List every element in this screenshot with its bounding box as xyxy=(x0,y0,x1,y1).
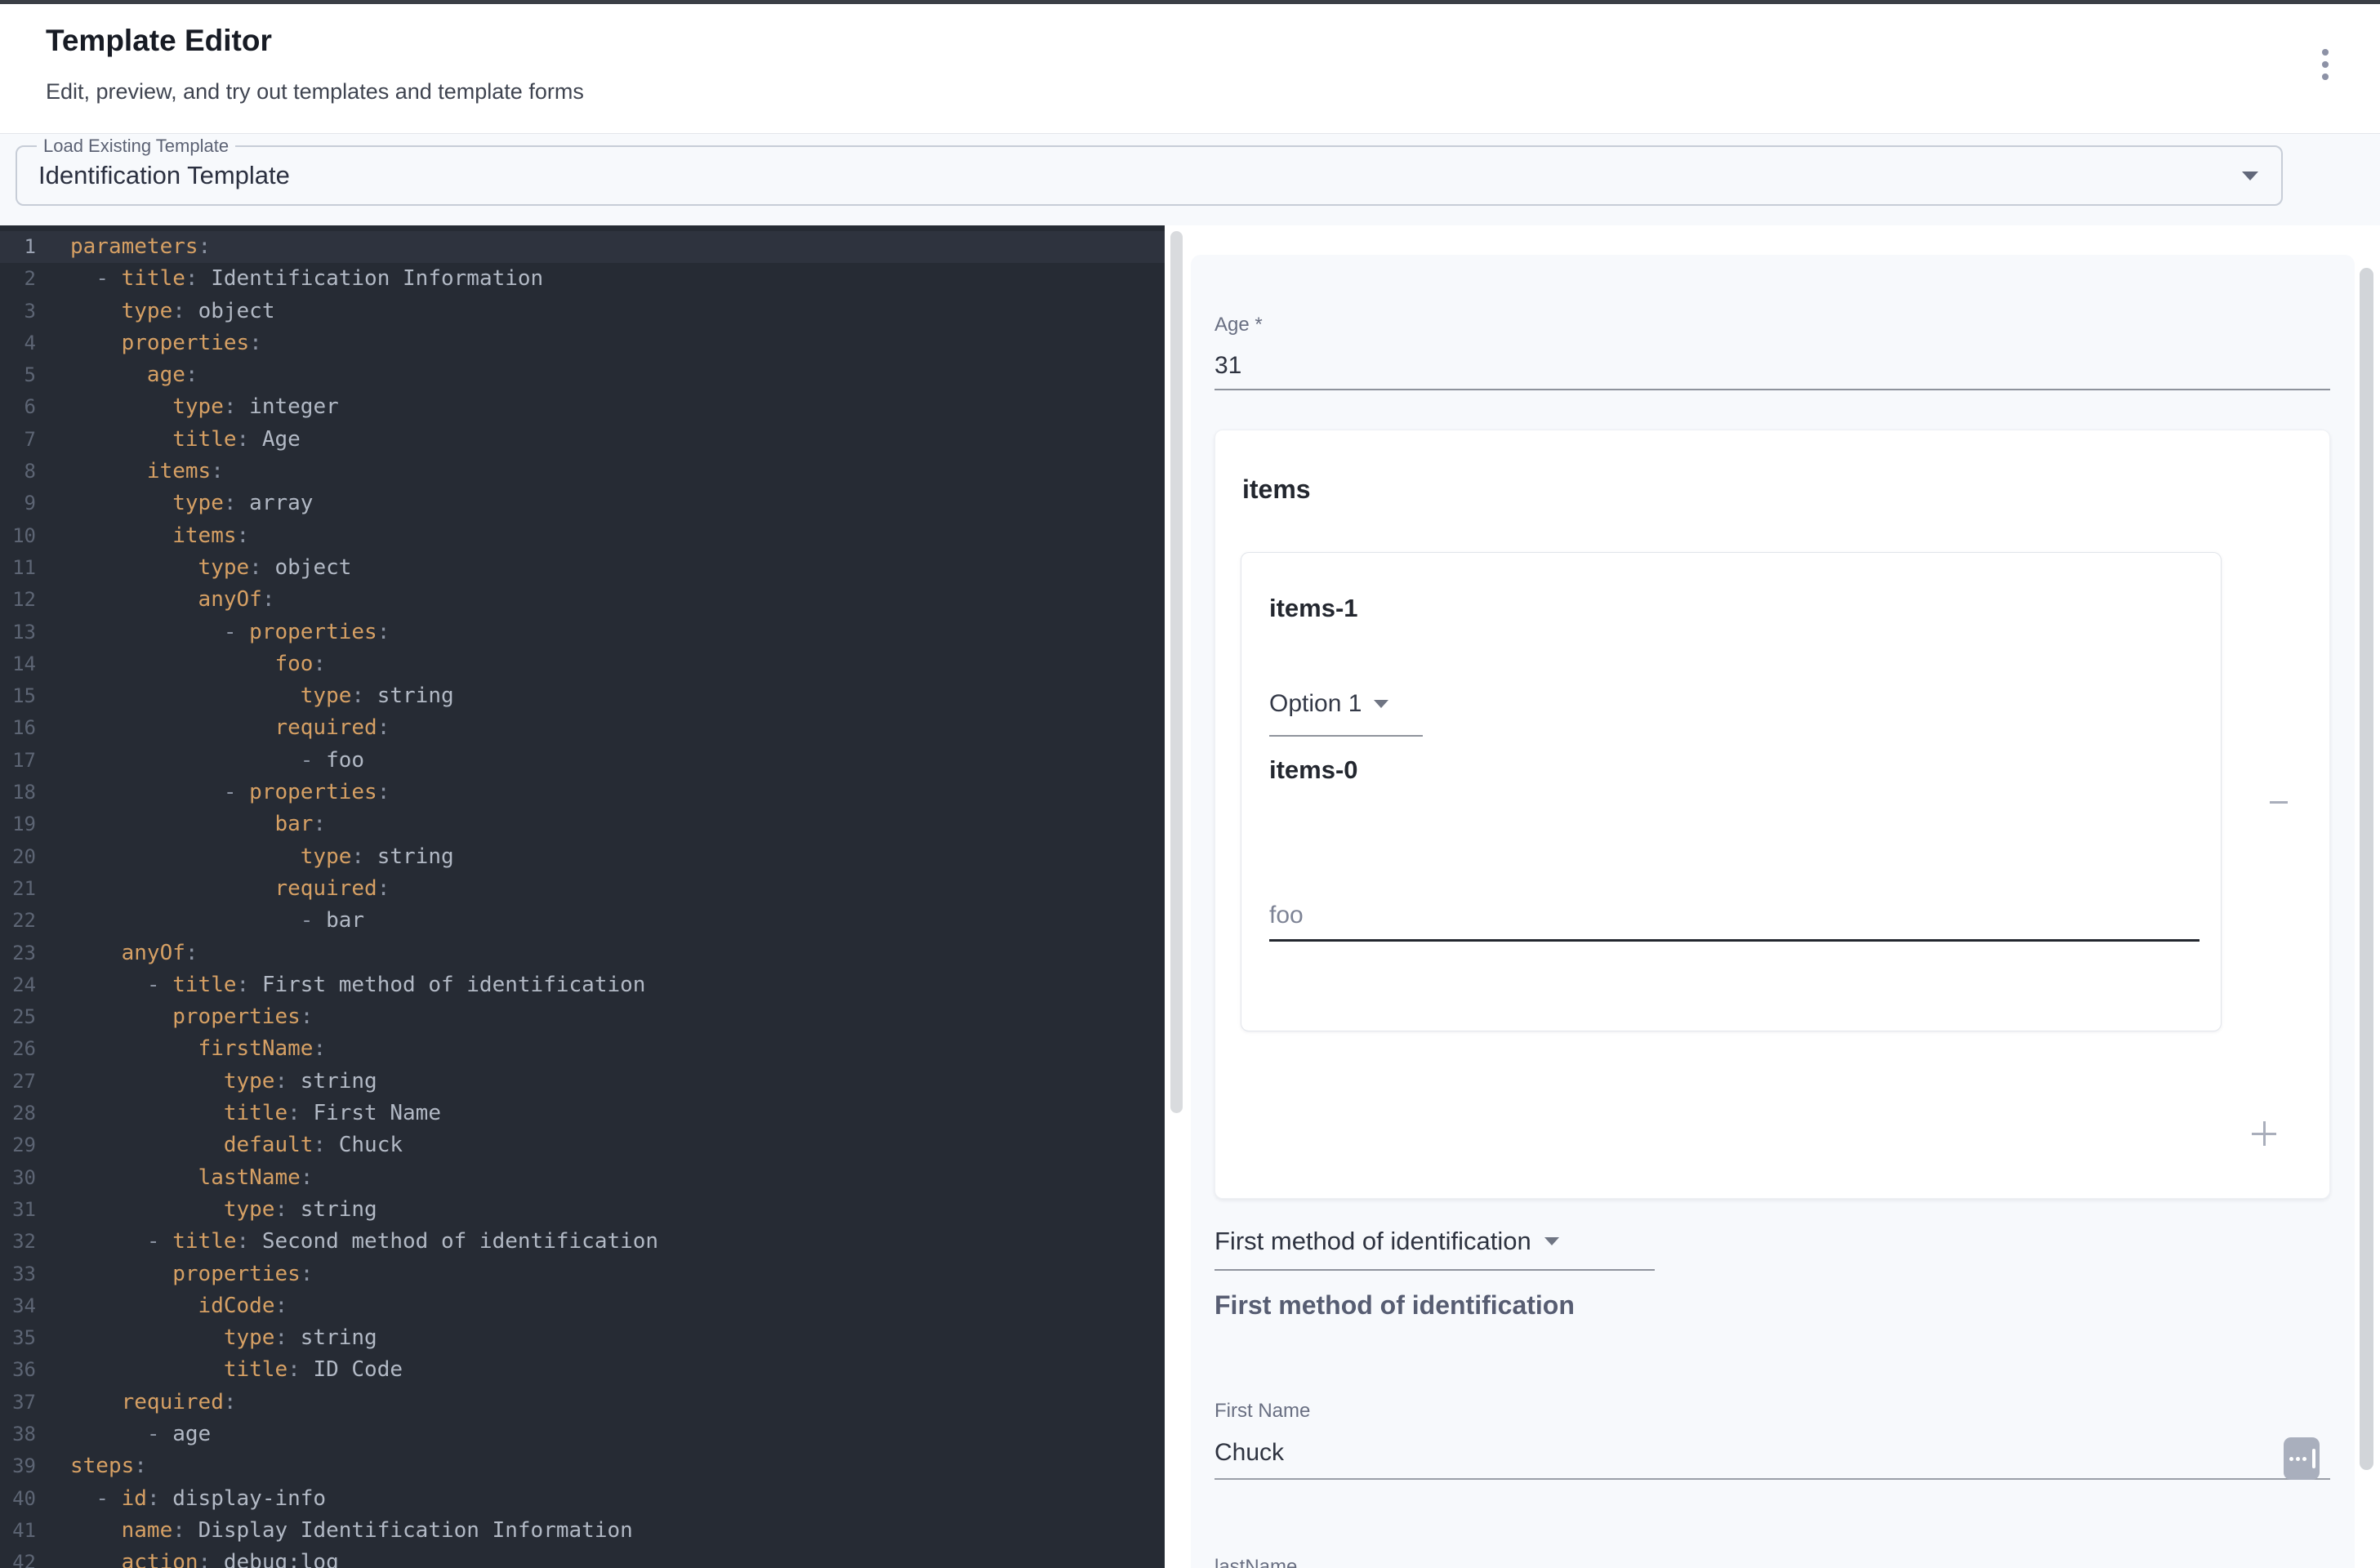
code-line[interactable]: 40 - id: display-info xyxy=(0,1483,1165,1515)
code-line[interactable]: 29 default: Chuck xyxy=(0,1129,1165,1161)
code-line[interactable]: 14 foo: xyxy=(0,648,1165,680)
code-line[interactable]: 21 required: xyxy=(0,873,1165,905)
page-subtitle: Edit, preview, and try out templates and… xyxy=(46,79,584,105)
code-line[interactable]: 9 type: array xyxy=(0,488,1165,519)
template-editor-page: Template Editor Edit, preview, and try o… xyxy=(0,0,2380,1568)
code-line[interactable]: 7 title: Age xyxy=(0,424,1165,456)
autofill-icon[interactable] xyxy=(2284,1437,2320,1480)
array-item-subtitle: items-0 xyxy=(1269,755,1358,785)
code-line[interactable]: 20 type: string xyxy=(0,841,1165,873)
code-line[interactable]: 34 idCode: xyxy=(0,1290,1165,1322)
page-header: Template Editor Edit, preview, and try o… xyxy=(0,4,2380,133)
load-template-value: Identification Template xyxy=(38,161,290,190)
template-loader-section: Load Existing Template Identification Te… xyxy=(0,134,2380,225)
load-template-label: Load Existing Template xyxy=(37,136,235,157)
code-line[interactable]: 11 type: object xyxy=(0,552,1165,584)
code-line[interactable]: 15 type: string xyxy=(0,680,1165,712)
code-line[interactable]: 37 required: xyxy=(0,1387,1165,1419)
array-item-title: items-1 xyxy=(1269,594,1358,623)
code-line[interactable]: 38 - age xyxy=(0,1419,1165,1450)
age-input[interactable] xyxy=(1215,343,2330,390)
code-line[interactable]: 5 age: xyxy=(0,359,1165,391)
code-line[interactable]: 6 type: integer xyxy=(0,391,1165,423)
kebab-menu-icon xyxy=(2322,49,2329,56)
page-scrollbar-thumb[interactable] xyxy=(2360,268,2373,1470)
identification-method-heading: First method of identification xyxy=(1215,1290,1575,1321)
code-line[interactable]: 12 anyOf: xyxy=(0,584,1165,616)
code-line[interactable]: 26 firstName: xyxy=(0,1033,1165,1065)
yaml-code-editor[interactable]: 1parameters:2 - title: Identification In… xyxy=(0,225,1165,1568)
minus-icon xyxy=(2270,801,2288,804)
code-line[interactable]: 23 anyOf: xyxy=(0,938,1165,969)
code-line[interactable]: 18 - properties: xyxy=(0,777,1165,808)
items-array-card: items items-1 Option 1 items-0 xyxy=(1215,430,2330,1199)
chevron-down-icon xyxy=(1544,1237,1559,1245)
code-line[interactable]: 3 type: object xyxy=(0,296,1165,327)
kebab-menu-button[interactable] xyxy=(2305,46,2344,85)
add-item-button[interactable] xyxy=(2241,1111,2287,1156)
anyof-option-underline xyxy=(1269,735,1423,737)
anyof-option-select[interactable]: Option 1 xyxy=(1269,688,1388,720)
code-line[interactable]: 42 action: debug:log xyxy=(0,1547,1165,1568)
code-line[interactable]: 32 - title: Second method of identificat… xyxy=(0,1226,1165,1258)
identification-method-value: First method of identification xyxy=(1215,1227,1531,1256)
code-line[interactable]: 25 properties: xyxy=(0,1001,1165,1033)
chevron-down-icon xyxy=(1374,700,1388,708)
code-line[interactable]: 2 - title: Identification Information xyxy=(0,263,1165,295)
load-template-select[interactable]: Load Existing Template Identification Te… xyxy=(16,145,2283,206)
first-name-input[interactable] xyxy=(1215,1428,2330,1480)
first-name-label: First Name xyxy=(1215,1400,1310,1423)
identification-method-underline xyxy=(1215,1269,1655,1271)
items-card-title: items xyxy=(1242,474,1311,505)
code-line[interactable]: 1parameters: xyxy=(0,231,1165,263)
editor-scrollbar[interactable] xyxy=(1165,225,1191,1568)
editor-scrollbar-thumb[interactable] xyxy=(1170,231,1183,1113)
code-line[interactable]: 24 - title: First method of identificati… xyxy=(0,969,1165,1001)
code-line[interactable]: 17 - foo xyxy=(0,745,1165,777)
code-line[interactable]: 22 - bar xyxy=(0,905,1165,937)
code-line[interactable]: 27 type: string xyxy=(0,1066,1165,1098)
form-preview-panel: Age * items items-1 Option 1 items-0 xyxy=(1191,255,2355,1568)
code-line[interactable]: 19 bar: xyxy=(0,808,1165,840)
code-line[interactable]: 10 items: xyxy=(0,520,1165,552)
array-item-card: items-1 Option 1 items-0 xyxy=(1241,552,2222,1031)
code-line[interactable]: 16 required: xyxy=(0,712,1165,744)
last-name-label: lastName xyxy=(1215,1555,1297,1568)
code-line[interactable]: 35 type: string xyxy=(0,1322,1165,1354)
anyof-option-value: Option 1 xyxy=(1269,690,1362,718)
foo-input[interactable] xyxy=(1269,892,2199,942)
code-line[interactable]: 41 name: Display Identification Informat… xyxy=(0,1515,1165,1547)
code-line[interactable]: 4 properties: xyxy=(0,327,1165,359)
code-line[interactable]: 28 title: First Name xyxy=(0,1098,1165,1129)
page-title: Template Editor xyxy=(46,24,272,58)
identification-method-select[interactable]: First method of identification xyxy=(1215,1223,1559,1259)
remove-item-button[interactable] xyxy=(2256,779,2302,825)
code-line[interactable]: 36 title: ID Code xyxy=(0,1354,1165,1386)
chevron-down-icon xyxy=(2242,172,2258,180)
age-field-label: Age * xyxy=(1215,314,1263,336)
code-line[interactable]: 30 lastName: xyxy=(0,1162,1165,1194)
code-editor-lines: 1parameters:2 - title: Identification In… xyxy=(0,231,1165,1568)
code-line[interactable]: 39steps: xyxy=(0,1450,1165,1482)
code-line[interactable]: 13 - properties: xyxy=(0,617,1165,648)
code-line[interactable]: 31 type: string xyxy=(0,1194,1165,1226)
code-line[interactable]: 33 properties: xyxy=(0,1258,1165,1290)
code-line[interactable]: 8 items: xyxy=(0,456,1165,488)
